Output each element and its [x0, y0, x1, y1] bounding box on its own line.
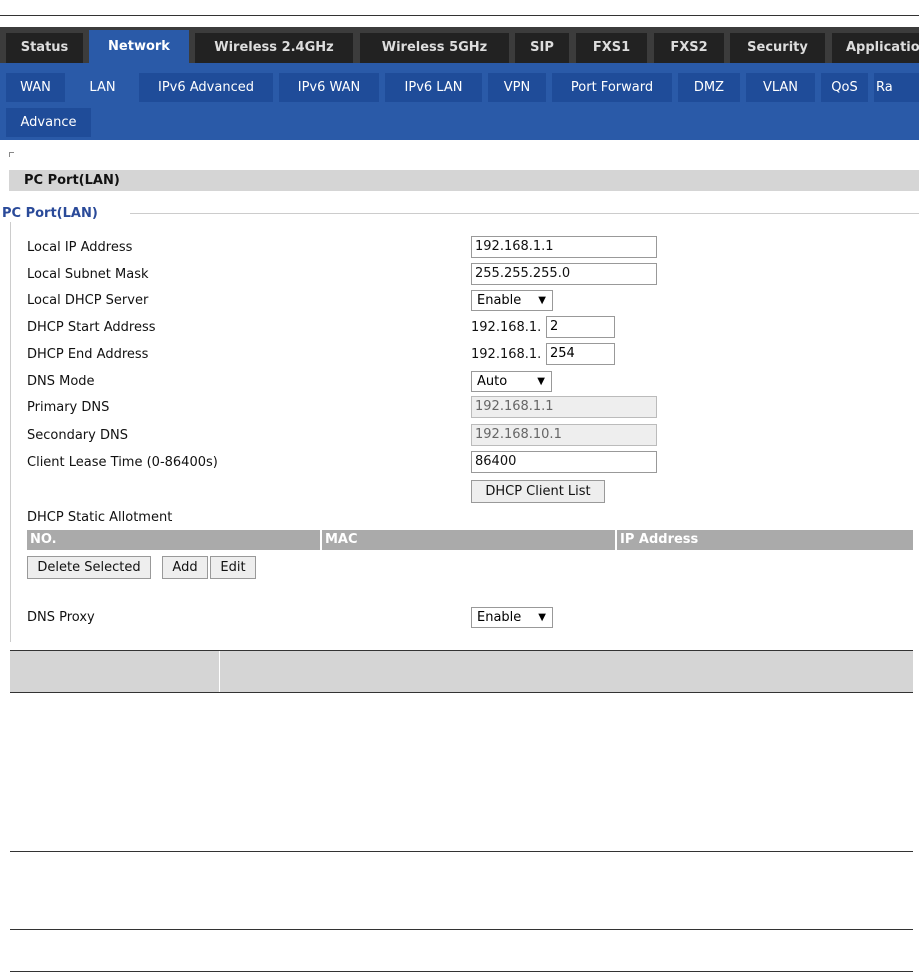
lease-time-label: Client Lease Time (0-86400s): [27, 455, 218, 470]
tab-wireless-24ghz[interactable]: Wireless 2.4GHz: [195, 33, 353, 63]
fieldset-legend: PC Port(LAN): [2, 206, 104, 221]
dns-mode-label: DNS Mode: [27, 374, 95, 389]
subnet-mask-label: Local Subnet Mask: [27, 267, 149, 282]
primary-dns-label: Primary DNS: [27, 400, 110, 415]
subtab-vlan[interactable]: VLAN: [746, 73, 815, 102]
sub-tab-bar: WAN LAN IPv6 Advanced IPv6 WAN IPv6 LAN …: [0, 63, 919, 140]
dns-proxy-value: Enable: [477, 610, 522, 625]
subtab-dmz[interactable]: DMZ: [678, 73, 740, 102]
dhcp-end-input[interactable]: 254: [546, 343, 615, 365]
subtab-ipv6-advanced[interactable]: IPv6 Advanced: [139, 73, 273, 102]
primary-dns-input: 192.168.1.1: [471, 396, 657, 418]
section-header: PC Port(LAN): [9, 170, 919, 191]
delete-selected-button[interactable]: Delete Selected: [27, 556, 151, 579]
bottom-table-header: [10, 650, 913, 693]
dhcp-client-list-button[interactable]: DHCP Client List: [471, 480, 605, 503]
dropdown-arrow-icon: ▼: [538, 612, 546, 623]
top-border: [0, 15, 919, 16]
tab-fxs2[interactable]: FXS2: [654, 33, 724, 63]
dns-mode-select[interactable]: Auto ▼: [471, 371, 552, 392]
subtab-ipv6-lan[interactable]: IPv6 LAN: [385, 73, 482, 102]
lease-time-input[interactable]: 86400: [471, 451, 657, 473]
subtab-ra[interactable]: Ra: [874, 73, 919, 102]
main-tab-bar: Status Network Wireless 2.4GHz Wireless …: [0, 27, 919, 63]
local-ip-input[interactable]: 192.168.1.1: [471, 236, 657, 258]
fieldset-top-line: [130, 213, 919, 214]
dropdown-arrow-icon: ▼: [537, 376, 545, 387]
tab-status[interactable]: Status: [6, 33, 83, 63]
dns-mode-value: Auto: [477, 374, 508, 389]
tab-wireless-5ghz[interactable]: Wireless 5GHz: [360, 33, 509, 63]
dhcp-start-input[interactable]: 2: [546, 316, 615, 338]
local-ip-label: Local IP Address: [27, 240, 133, 255]
section-header-title: PC Port(LAN): [24, 173, 120, 188]
subtab-advance[interactable]: Advance: [6, 108, 91, 137]
subtab-wan[interactable]: WAN: [6, 73, 65, 102]
dhcp-start-label: DHCP Start Address: [27, 320, 156, 335]
dhcp-server-label: Local DHCP Server: [27, 293, 149, 308]
separator-line: [10, 851, 913, 852]
dns-proxy-label: DNS Proxy: [27, 610, 95, 625]
add-button[interactable]: Add: [162, 556, 208, 579]
subtab-vpn[interactable]: VPN: [488, 73, 546, 102]
column-no: NO.: [27, 530, 320, 550]
subtab-port-forward[interactable]: Port Forward: [552, 73, 672, 102]
dhcp-end-label: DHCP End Address: [27, 347, 149, 362]
fieldset-left-border: [10, 222, 11, 642]
column-ip-address: IP Address: [617, 530, 913, 550]
corner-mark-icon: [9, 152, 14, 157]
bottom-table-divider: [219, 651, 220, 692]
tab-application[interactable]: Applicatio: [832, 33, 919, 63]
edit-button[interactable]: Edit: [210, 556, 256, 579]
tab-fxs1[interactable]: FXS1: [576, 33, 647, 63]
column-mac: MAC: [322, 530, 615, 550]
separator-line: [10, 929, 913, 930]
dns-proxy-select[interactable]: Enable ▼: [471, 607, 553, 628]
tab-security[interactable]: Security: [730, 33, 825, 63]
subtab-qos[interactable]: QoS: [821, 73, 868, 102]
secondary-dns-label: Secondary DNS: [27, 428, 128, 443]
dhcp-server-value: Enable: [477, 293, 522, 308]
dhcp-end-prefix: 192.168.1.: [471, 347, 542, 362]
static-allotment-table-header: NO. MAC IP Address: [27, 530, 913, 550]
dhcp-server-select[interactable]: Enable ▼: [471, 290, 553, 311]
subnet-mask-input[interactable]: 255.255.255.0: [471, 263, 657, 285]
tab-sip[interactable]: SIP: [515, 33, 569, 63]
dhcp-start-prefix: 192.168.1.: [471, 320, 542, 335]
tab-network[interactable]: Network: [89, 30, 189, 63]
subtab-lan[interactable]: LAN: [72, 73, 133, 102]
static-allotment-label: DHCP Static Allotment: [27, 510, 173, 525]
dropdown-arrow-icon: ▼: [538, 295, 546, 306]
subtab-ipv6-wan[interactable]: IPv6 WAN: [279, 73, 379, 102]
secondary-dns-input: 192.168.10.1: [471, 424, 657, 446]
